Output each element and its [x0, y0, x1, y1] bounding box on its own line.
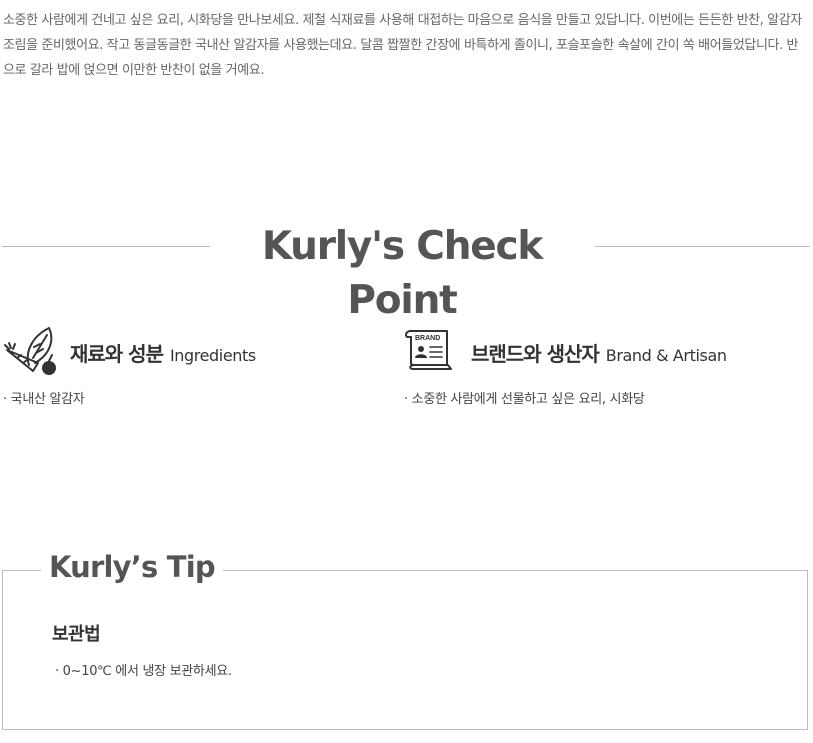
- tip-storage-heading: 보관법: [52, 624, 101, 645]
- brand-heading: 브랜드와 생산자 Brand & Artisan: [471, 338, 727, 367]
- ingredients-item: · 국내산 알감자: [3, 392, 85, 407]
- brand-icon-label: BRAND: [415, 335, 440, 342]
- tip-title: Kurly’s Tip: [41, 546, 223, 588]
- check-point-divider-right: [595, 246, 810, 247]
- brand-certificate-icon: BRAND: [405, 330, 452, 370]
- tip-box: [2, 570, 808, 730]
- tip-storage-item: · 0~10℃ 에서 냉장 보관하세요.: [55, 664, 232, 679]
- vegetables-icon: [4, 327, 56, 375]
- brand-title-en: Brand & Artisan: [605, 346, 727, 365]
- intro-description: 소중한 사람에게 건네고 싶은 요리, 시화당을 만나보세요. 제철 식재료를 …: [3, 13, 802, 78]
- ingredients-title-ko: 재료와 성분: [70, 342, 164, 366]
- brand-item: · 소중한 사람에게 선물하고 싶은 요리, 시화당: [404, 392, 645, 407]
- brand-title-ko: 브랜드와 생산자: [471, 342, 600, 366]
- check-point-title: Kurly's Check Point: [261, 224, 544, 323]
- ingredients-title-en: Ingredients: [169, 346, 256, 365]
- ingredients-heading: 재료와 성분 Ingredients: [70, 338, 256, 367]
- check-point-divider-left: [2, 246, 210, 247]
